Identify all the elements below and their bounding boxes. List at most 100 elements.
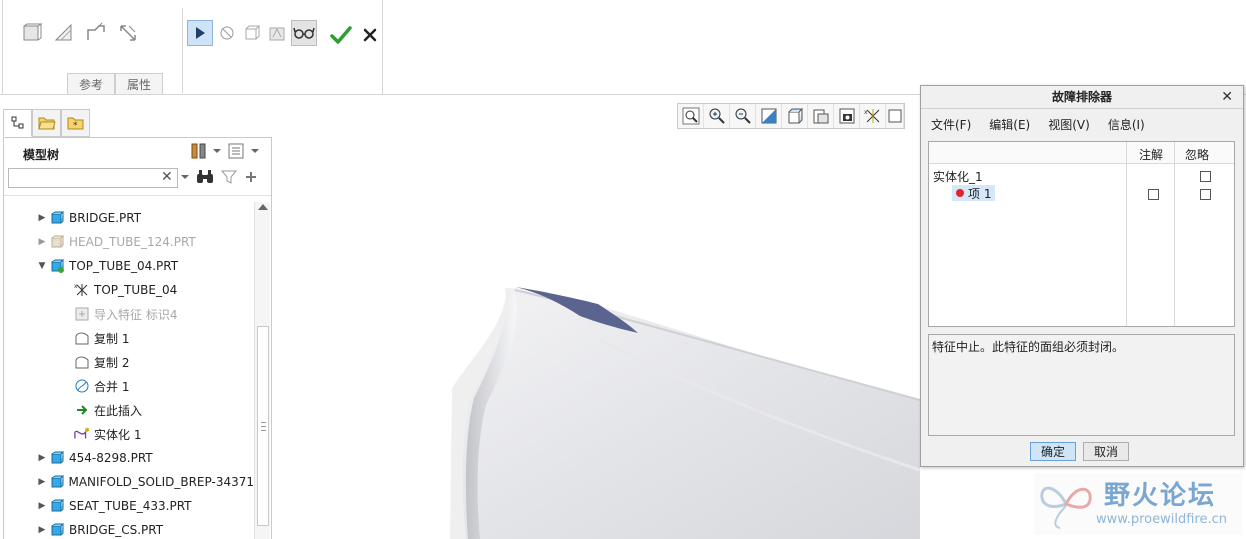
expand-arrow-icon[interactable]: ▶ [35, 237, 49, 247]
verify-mode-icon[interactable] [291, 20, 317, 46]
watermark-url: www.proewildfire.cn [1096, 512, 1227, 527]
tree-item-solidify-1[interactable]: ✱ 实体化 1 [4, 422, 254, 446]
tree-item-copy-2[interactable]: 复制 2 [4, 350, 254, 374]
list-item-parent[interactable]: 实体化_1 [933, 168, 983, 185]
tree-item-insert-here[interactable]: 在此插入 [4, 398, 254, 422]
datum-display-icon[interactable]: x [860, 104, 886, 128]
apply-checkmark-icon[interactable] [329, 23, 353, 47]
tree-item-label: 导入特征 标识4 [94, 307, 178, 322]
expand-arrow-icon[interactable]: ▶ [35, 213, 49, 223]
tree-filters-icon[interactable] [227, 142, 245, 160]
folder-browser-tab[interactable] [32, 109, 61, 137]
add-icon[interactable] [244, 170, 258, 184]
flip-direction-icon[interactable] [115, 20, 141, 46]
folder-icon [37, 117, 56, 130]
tab-references[interactable]: 参考 [67, 73, 115, 94]
solidify-icon: ✱ [74, 426, 90, 442]
expand-arrow-icon[interactable]: ▶ [35, 477, 49, 487]
grip-icon [261, 422, 266, 431]
play-icon[interactable] [187, 20, 213, 46]
troubleshooter-list: 注解 忽略 实体化_1 项 1 [928, 141, 1235, 327]
tree-item-label: BRIDGE_CS.PRT [69, 523, 164, 537]
watermark: 野火论坛 www.proewildfire.cn [1034, 473, 1242, 535]
cancel-x-icon[interactable] [359, 24, 381, 46]
check-model-icon[interactable] [266, 22, 288, 44]
error-dot-icon [956, 189, 964, 197]
pause-icon[interactable] [216, 22, 238, 44]
model-body[interactable] [462, 287, 920, 539]
note-checkbox[interactable] [1148, 189, 1159, 200]
part-icon [49, 234, 65, 250]
ignore-checkbox[interactable] [1200, 189, 1211, 200]
view-manager-icon[interactable] [834, 104, 860, 128]
tree-item-csys[interactable]: x TOP_TUBE_04 [4, 278, 254, 302]
tab-properties[interactable]: 属性 [115, 73, 163, 94]
dialog-title: 故障排除器 [921, 86, 1243, 109]
no-preview-icon[interactable] [241, 22, 263, 44]
tree-item-454-8298[interactable]: ▶ 454-8298.PRT [4, 446, 254, 470]
zoom-out-icon[interactable] [730, 104, 756, 128]
ignore-checkbox[interactable] [1200, 171, 1211, 182]
part-icon [49, 498, 65, 514]
menu-view[interactable]: 视图(V) [1048, 116, 1090, 133]
tree-search-input[interactable] [8, 168, 178, 188]
saved-views-icon[interactable] [808, 104, 834, 128]
part-icon [49, 210, 65, 226]
chevron-down-icon[interactable] [251, 149, 259, 153]
model-tree-tab[interactable] [3, 109, 32, 137]
expand-arrow-icon[interactable]: ▶ [35, 501, 49, 511]
binoculars-icon[interactable] [196, 169, 214, 185]
tree-item-manifold[interactable]: ▶ MANIFOLD_SOLID_BREP-34371 [4, 470, 254, 494]
model-tree-icon [11, 116, 23, 129]
svg-text:✱: ✱ [85, 427, 90, 434]
refit-icon[interactable] [678, 104, 704, 128]
cancel-button[interactable]: 取消 [1083, 442, 1129, 461]
scroll-up-icon[interactable] [258, 204, 268, 210]
chevron-down-icon[interactable] [213, 149, 221, 153]
tree-item-copy-1[interactable]: 复制 1 [4, 326, 254, 350]
svg-text:x: x [864, 109, 868, 116]
preview-control-group [187, 20, 317, 46]
repaint-icon[interactable] [756, 104, 782, 128]
dialog-menubar: 文件(F) 编辑(E) 视图(V) 信息(I) [931, 116, 1145, 133]
tree-scrollbar[interactable] [254, 202, 270, 539]
search-tools [181, 169, 258, 185]
list-item-selected[interactable]: 项 1 [952, 185, 996, 201]
chevron-down-icon[interactable] [181, 175, 189, 179]
expand-arrow-icon[interactable]: ▶ [35, 525, 49, 535]
zoom-in-icon[interactable] [704, 104, 730, 128]
tree-item-seat-tube[interactable]: ▶ SEAT_TUBE_433.PRT [4, 494, 254, 518]
dialog-buttons: 确定 取消 [1030, 442, 1129, 461]
tree-item-label: 复制 1 [94, 331, 130, 346]
tree-item-bridge-cs[interactable]: ▶ BRIDGE_CS.PRT [4, 518, 254, 539]
tree-item-head-tube[interactable]: ▶ HEAD_TUBE_124.PRT [4, 230, 254, 254]
svg-text:*: * [73, 121, 78, 131]
tree-item-merge-1[interactable]: 合并 1 [4, 374, 254, 398]
menu-info[interactable]: 信息(I) [1108, 116, 1145, 133]
favorites-tab[interactable]: * [61, 109, 90, 137]
merge-icon [74, 378, 90, 394]
shading-icon[interactable] [782, 104, 808, 128]
tree-settings-icon[interactable] [191, 142, 207, 160]
replace-surface-icon[interactable] [83, 20, 109, 46]
remove-material-icon[interactable] [51, 20, 77, 46]
tree-item-label: MANIFOLD_SOLID_BREP-34371 [68, 475, 254, 489]
tree-item-import-feature[interactable]: 导入特征 标识4 [4, 302, 254, 326]
filter-icon[interactable] [221, 169, 237, 185]
tree-item-top-tube[interactable]: ▼ TOP_TUBE_04.PRT [4, 254, 254, 278]
scroll-thumb[interactable] [257, 326, 269, 526]
close-icon[interactable]: ✕ [1221, 89, 1233, 105]
dashboard-tabs: 参考 属性 [67, 73, 163, 94]
ok-button[interactable]: 确定 [1030, 442, 1076, 461]
coordinate-system-icon: x [74, 282, 90, 298]
menu-edit[interactable]: 编辑(E) [989, 116, 1030, 133]
collapse-arrow-icon[interactable]: ▼ [35, 261, 49, 271]
menu-file[interactable]: 文件(F) [931, 116, 971, 133]
active-part-icon [49, 258, 65, 274]
solid-fill-icon[interactable] [19, 20, 45, 46]
list-header: 注解 忽略 [929, 142, 1234, 164]
more-views-icon[interactable] [886, 104, 904, 128]
tree-item-bridge[interactable]: ▶ BRIDGE.PRT [4, 206, 254, 230]
tree-item-label: 454-8298.PRT [69, 451, 153, 465]
expand-arrow-icon[interactable]: ▶ [35, 453, 49, 463]
